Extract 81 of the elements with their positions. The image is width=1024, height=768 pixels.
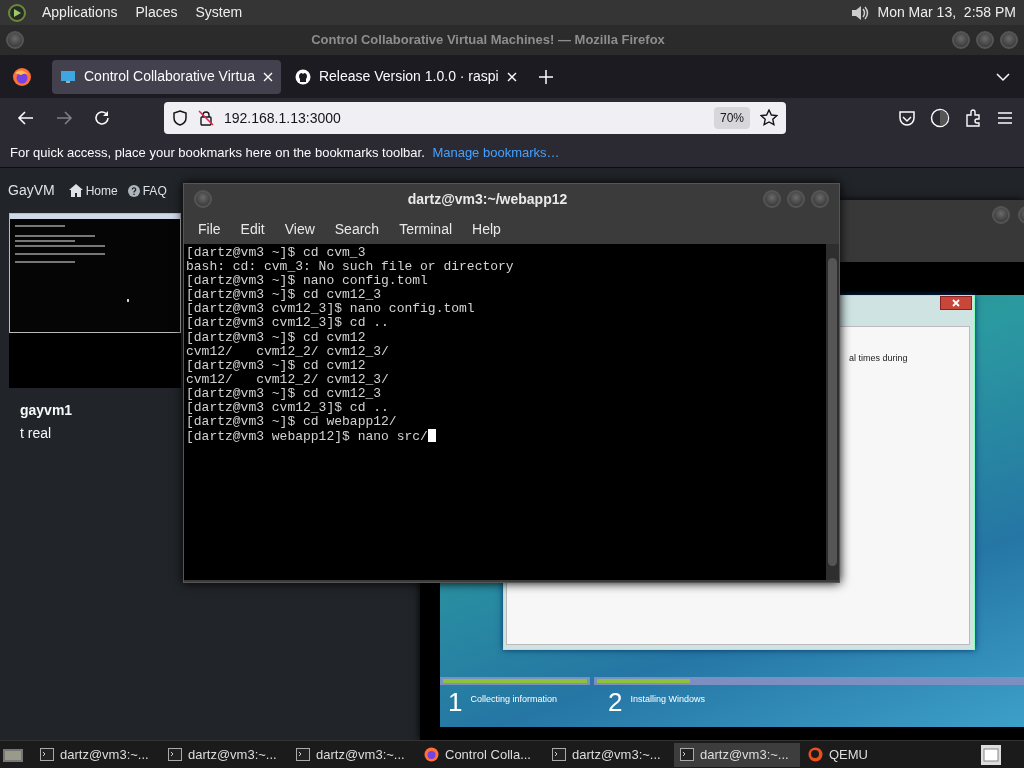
zoom-level-button[interactable]: 70% — [713, 107, 750, 129]
menu-item[interactable]: Terminal — [389, 218, 463, 240]
taskbar-item[interactable]: dartz@vm3:~... — [290, 742, 416, 767]
shield-icon — [172, 110, 188, 126]
terminal-line: [dartz@vm3 webapp12]$ nano src/ — [186, 430, 428, 445]
qemu-icon — [808, 747, 823, 762]
scrollbar[interactable] — [826, 244, 839, 580]
firefox-icon — [424, 747, 439, 762]
step-number: 2 — [608, 689, 623, 715]
taskbar-item[interactable]: Control Colla... — [418, 742, 544, 767]
terminal-line: [dartz@vm3 ~]$ cd cvm12 — [186, 358, 366, 373]
terminal-line: [dartz@vm3 ~]$ cd cvm12_3 — [186, 386, 382, 402]
close-icon[interactable] — [506, 71, 517, 82]
plus-icon[interactable] — [538, 69, 553, 84]
terminal-icon — [552, 748, 566, 761]
terminal-icon — [168, 748, 182, 761]
address-bar[interactable]: 192.168.1.13:3000 70% — [164, 102, 786, 134]
help-icon — [127, 184, 140, 197]
terminal-line: [dartz@vm3 ~]$ nano config.toml — [186, 274, 428, 289]
taskbar-item[interactable]: dartz@vm3:~... — [162, 742, 288, 767]
terminal-line: [dartz@vm3 ~]$ cd cvm12_3 — [186, 288, 382, 303]
bookmarks-hint: For quick access, place your bookmarks here on the bookmarks toolbar. — [10, 143, 426, 162]
terminal-line: [dartz@vm3 ~]$ cd webapp12/ — [186, 415, 397, 430]
terminal-line: cvm12/ cvm12_2/ cvm12_3/ — [186, 344, 389, 359]
panel-menu[interactable]: Applications — [40, 2, 120, 23]
github-icon — [294, 68, 311, 85]
terminal-line: [dartz@vm3 ~]$ cd cvm12 — [186, 330, 366, 345]
window-title: dartz@vm3:~/webapp12 — [406, 189, 569, 209]
insecure-lock-icon — [198, 110, 214, 126]
extensions-icon[interactable] — [964, 109, 982, 127]
terminal-icon — [296, 748, 310, 761]
manage-bookmarks-link[interactable]: Manage bookmarks… — [432, 142, 560, 163]
taskbar-item[interactable]: dartz@vm3:~... — [34, 742, 160, 767]
cursor — [427, 429, 436, 443]
logo-icon[interactable] — [8, 3, 26, 22]
chevron-down-icon[interactable] — [996, 71, 1010, 82]
terminal-line: [dartz@vm3 cvm12_3]$ cd .. — [186, 316, 389, 331]
taskbar-item[interactable]: dartz@vm3:~... — [546, 742, 672, 767]
star-icon[interactable] — [760, 109, 778, 127]
terminal-line: [dartz@vm3 cvm12_3]$ cd .. — [186, 401, 389, 416]
panel-menu[interactable]: Places — [133, 2, 180, 23]
taskbar-item[interactable]: QEMU — [802, 742, 928, 767]
menu-item[interactable]: Help — [462, 218, 511, 240]
forward-arrow-icon — [55, 109, 73, 127]
close-button[interactable] — [940, 296, 972, 310]
nav-link[interactable]: FAQ — [127, 181, 167, 200]
browser-tab[interactable]: Release Version 1.0.0 · raspi — [286, 59, 525, 94]
close-icon — [952, 299, 960, 307]
step-label: Installing Windows — [630, 693, 705, 706]
back-arrow-icon — [17, 109, 35, 127]
firefox-icon[interactable] — [12, 66, 32, 87]
terminal-line: cvm12/ cvm12_2/ cvm12_3/ — [186, 372, 389, 387]
menu-item[interactable]: Search — [324, 218, 390, 240]
reload-icon — [93, 109, 111, 127]
panel-menu[interactable]: System — [193, 2, 245, 23]
terminal-line: [dartz@vm3 cvm12_3]$ nano config.toml — [186, 302, 475, 317]
terminal-line: [dartz@vm3 ~]$ cd cvm_3 — [186, 246, 366, 261]
close-icon[interactable] — [262, 71, 273, 82]
step-number: 1 — [448, 689, 463, 715]
menu-item[interactable]: View — [274, 218, 325, 240]
pocket-icon[interactable] — [898, 109, 916, 127]
terminal-icon — [680, 748, 694, 761]
browser-tab[interactable]: Control Collaborative Virtua — [52, 59, 281, 94]
menu-item[interactable]: File — [188, 218, 231, 240]
window-list-icon[interactable] — [980, 743, 1002, 766]
url-text: 192.168.1.13:3000 — [224, 108, 341, 128]
step-label: Collecting information — [470, 693, 557, 706]
dialog-text: al times during — [849, 352, 908, 365]
terminal-line: bash: cd: cvm_3: No such file or directory — [186, 260, 514, 275]
monitor-icon — [60, 68, 76, 85]
site-brand[interactable]: GayVM — [8, 180, 55, 201]
account-icon[interactable] — [930, 108, 950, 128]
menu-item[interactable]: Edit — [230, 218, 275, 240]
menu-icon[interactable] — [996, 109, 1014, 127]
window-title: Control Collaborative Virtual Machines! — Mozilla Firefox — [310, 31, 666, 50]
taskbar-item[interactable]: dartz@vm3:~... — [674, 742, 800, 767]
nav-link[interactable]: Home — [68, 181, 118, 200]
terminal-icon — [40, 748, 54, 761]
panel-clock[interactable]: Mon Mar 13, 2:58 PM — [877, 2, 1016, 23]
vm-description: t real — [20, 424, 53, 443]
home-icon — [68, 184, 83, 197]
